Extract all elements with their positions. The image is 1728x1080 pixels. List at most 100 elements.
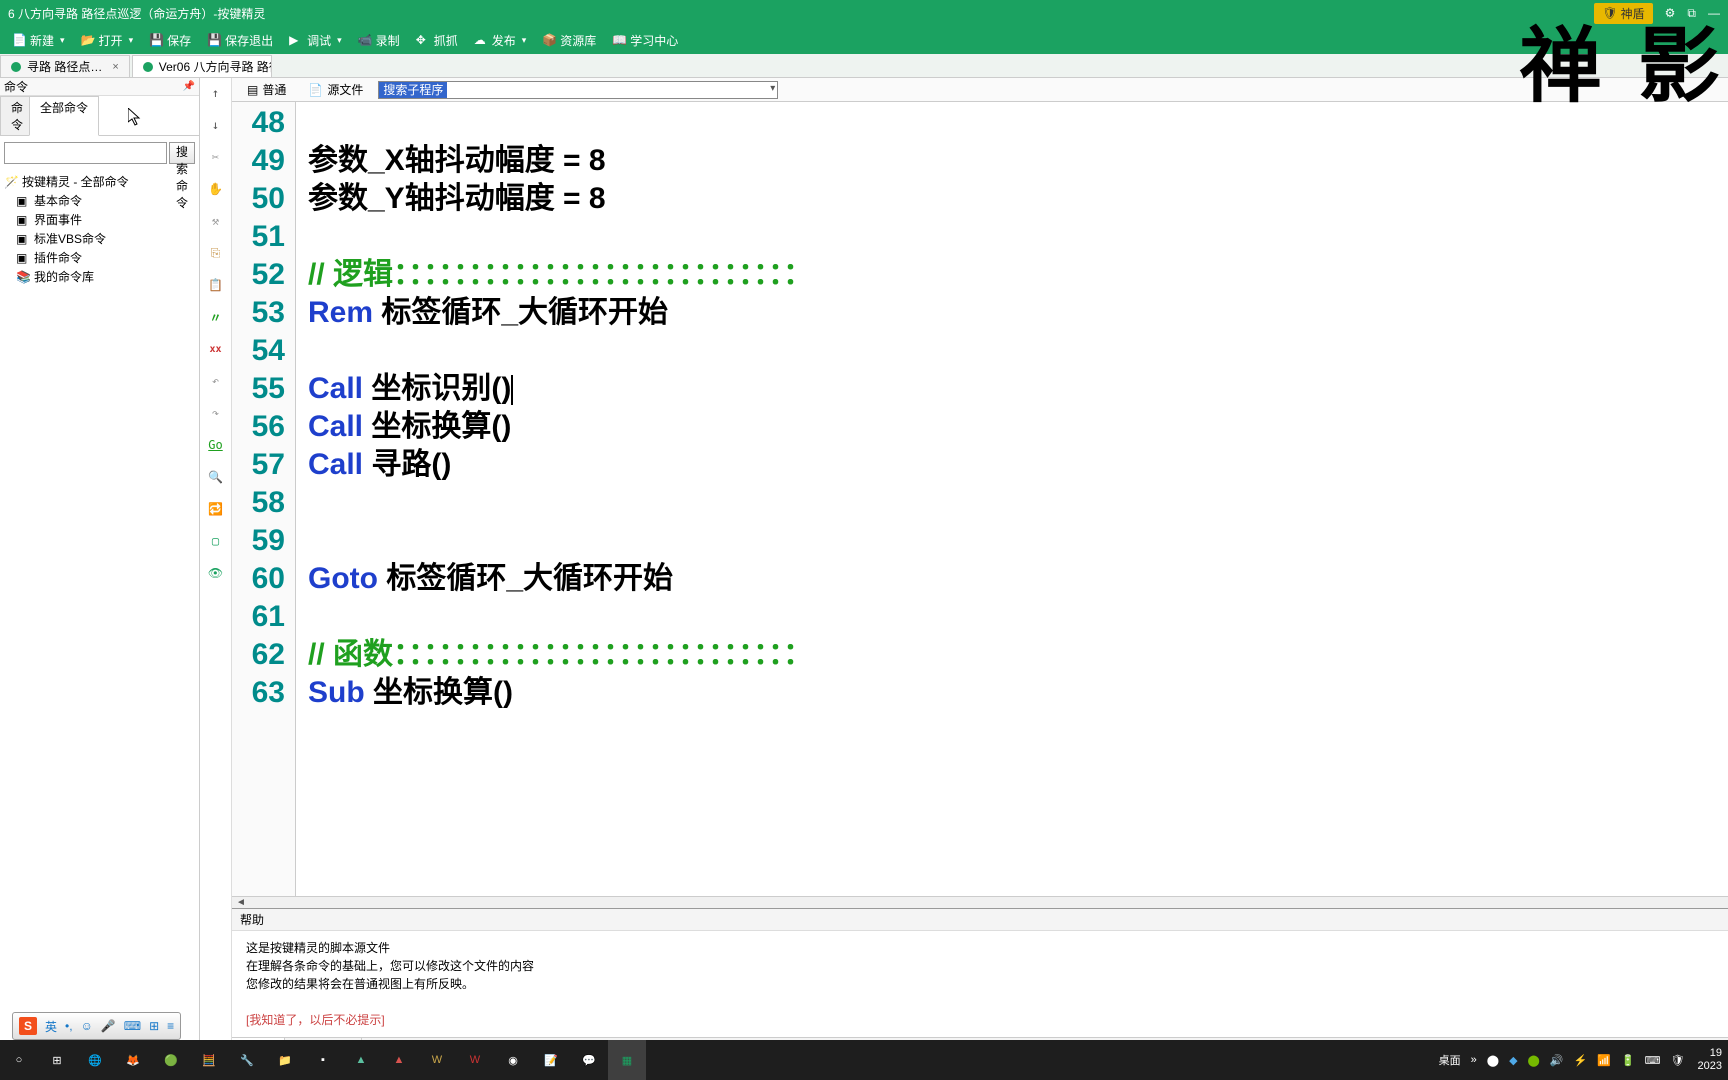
learn-button[interactable]: 📖学习中心	[606, 30, 684, 51]
window-icon: ▤	[247, 83, 258, 97]
debug-button[interactable]: ▶调试▾	[283, 30, 348, 51]
tree-item[interactable]: ▣基本命令	[4, 191, 195, 210]
sogou-icon: S	[19, 1017, 37, 1035]
app-wechat-icon[interactable]: 💬	[570, 1040, 608, 1080]
ime-grid-icon[interactable]: ⊞	[149, 1019, 159, 1033]
help-text: 这是按键精灵的脚本源文件	[246, 939, 1714, 957]
tab-icon	[11, 62, 21, 72]
book-icon: 📖	[612, 33, 626, 47]
eye-icon[interactable]: 👁	[207, 564, 225, 582]
app-editor-icon[interactable]: 📝	[532, 1040, 570, 1080]
save-icon: 💾	[149, 33, 163, 47]
bookmark-icon[interactable]: ▢	[207, 532, 225, 550]
tray-icon[interactable]: 🛡	[1668, 1054, 1688, 1067]
settings-icon[interactable]: ⚙	[1665, 6, 1676, 20]
goto-icon[interactable]: Go	[207, 436, 225, 454]
ime-keyboard-icon[interactable]: ⌨	[124, 1019, 141, 1033]
panel-tab-partial[interactable]: 命令	[0, 96, 30, 135]
app-browser-icon[interactable]: 🌐	[76, 1040, 114, 1080]
minimize-icon[interactable]: —	[1708, 6, 1720, 20]
system-tray[interactable]: 桌面 » ⬤ ◆ ⬤ 🔊 ⚡ 📶 🔋 ⌨ 🛡 19 2023	[1436, 1047, 1728, 1073]
search-command-button[interactable]: 搜索命令	[169, 142, 195, 164]
app-triangle1-icon[interactable]: ▲	[342, 1040, 380, 1080]
app-tool-icon[interactable]: 🔧	[228, 1040, 266, 1080]
paste-icon[interactable]: 📋	[207, 276, 225, 294]
tree-item[interactable]: ▣标准VBS命令	[4, 229, 195, 248]
open-button[interactable]: 📂打开▾	[75, 30, 140, 51]
up-icon[interactable]: ↑	[207, 84, 225, 102]
tray-expand-icon[interactable]: »	[1468, 1054, 1480, 1066]
dismiss-help-link[interactable]: [我知道了，以后不必提示]	[246, 1011, 1714, 1029]
ime-lang[interactable]: 英	[45, 1018, 57, 1035]
panel-tab-all[interactable]: 全部命令	[29, 96, 99, 136]
save-exit-button[interactable]: 💾保存退出	[201, 30, 279, 51]
tray-icon[interactable]: 🔋	[1618, 1054, 1638, 1067]
command-search-input[interactable]	[4, 142, 167, 164]
uncomment-icon[interactable]: xx	[207, 340, 225, 358]
resources-button[interactable]: 📦资源库	[536, 30, 602, 51]
tray-desktop[interactable]: 桌面	[1436, 1052, 1464, 1068]
tab-1[interactable]: Ver06 八方向寻路 路径…×	[132, 55, 272, 77]
redo-icon[interactable]: ↷	[207, 404, 225, 422]
normal-view-button[interactable]: ▤普通	[240, 79, 293, 100]
tray-icon[interactable]: 🔊	[1547, 1054, 1567, 1067]
sub-selector[interactable]: 搜索子程序 ▾	[378, 81, 778, 99]
code-editor[interactable]: 48495051525354555657585960616263 参数_X轴抖动…	[232, 102, 1728, 896]
tray-icon[interactable]: 📶	[1594, 1054, 1614, 1067]
tray-icon[interactable]: ⬤	[1525, 1054, 1543, 1067]
replace-icon[interactable]: 🔁	[207, 500, 225, 518]
publish-button[interactable]: ☁发布▾	[468, 30, 533, 51]
tray-icon[interactable]: ⬤	[1484, 1054, 1502, 1067]
cut-icon[interactable]: ✂	[207, 148, 225, 166]
app-calc-icon[interactable]: 🧮	[190, 1040, 228, 1080]
find-icon[interactable]: 🔍	[207, 468, 225, 486]
tree-item[interactable]: 📚我的命令库	[4, 267, 195, 286]
tree-item[interactable]: ▣界面事件	[4, 210, 195, 229]
close-icon[interactable]: ×	[112, 61, 118, 73]
block-icon: ▣	[16, 232, 30, 246]
save-button[interactable]: 💾保存	[143, 30, 197, 51]
block-icon: ▣	[16, 251, 30, 265]
task-view-icon[interactable]: ⊞	[38, 1040, 76, 1080]
windows-taskbar: ○ ⊞ 🌐 🦊 🟢 🧮 🔧 📁 ▪ ▲ ▲ W W ◉ 📝 💬 ▦ 桌面 » ⬤…	[0, 1040, 1728, 1080]
down-icon[interactable]: ↓	[207, 116, 225, 134]
tray-icon[interactable]: ◆	[1506, 1054, 1520, 1067]
ime-menu-icon[interactable]: ≡	[167, 1019, 174, 1033]
tool-icon[interactable]: ⚒	[207, 212, 225, 230]
new-button[interactable]: 📄新建▾	[6, 30, 71, 51]
record-button[interactable]: 📹录制	[352, 30, 406, 51]
ime-mic-icon[interactable]: 🎤	[101, 1019, 116, 1033]
window-title: 6 八方向寻路 路径点巡逻（命运方舟）-按键精灵	[8, 5, 1594, 22]
app-wow-icon[interactable]: W	[418, 1040, 456, 1080]
app-obs-icon[interactable]: ◉	[494, 1040, 532, 1080]
app-terminal-icon[interactable]: ▪	[304, 1040, 342, 1080]
app-w-icon[interactable]: W	[456, 1040, 494, 1080]
app-active-icon[interactable]: ▦	[608, 1040, 646, 1080]
ime-toolbar[interactable]: S 英 •, ☺ 🎤 ⌨ ⊞ ≡	[12, 1012, 181, 1040]
app-chrome-icon[interactable]: 🟢	[152, 1040, 190, 1080]
tab-0[interactable]: 寻路 路径点…×	[0, 55, 130, 77]
app-firefox-icon[interactable]: 🦊	[114, 1040, 152, 1080]
undo-icon[interactable]: ↶	[207, 372, 225, 390]
tree-root[interactable]: 🪄按键精灵 - 全部命令	[4, 172, 195, 191]
capture-button[interactable]: ✥抓抓	[410, 30, 464, 51]
shield-badge[interactable]: 🛡 神盾	[1594, 3, 1652, 24]
tray-icon[interactable]: ⚡	[1571, 1054, 1591, 1067]
hand-icon[interactable]: ✋	[207, 180, 225, 198]
restore-icon[interactable]: ⧉	[1687, 6, 1696, 21]
copy-icon[interactable]: ⎘	[207, 244, 225, 262]
start-button[interactable]: ○	[0, 1040, 38, 1080]
source-view-button[interactable]: 📄源文件	[301, 79, 370, 100]
tree-item[interactable]: ▣插件命令	[4, 248, 195, 267]
pin-icon[interactable]: 📌	[183, 81, 195, 92]
command-tree: 🪄按键精灵 - 全部命令 ▣基本命令 ▣界面事件 ▣标准VBS命令 ▣插件命令 …	[0, 170, 199, 288]
app-triangle2-icon[interactable]: ▲	[380, 1040, 418, 1080]
app-explorer-icon[interactable]: 📁	[266, 1040, 304, 1080]
tray-icon[interactable]: ⌨	[1642, 1054, 1664, 1067]
comment-icon[interactable]: 〃	[207, 308, 225, 326]
ime-emoji-icon[interactable]: ☺	[81, 1019, 93, 1033]
title-bar: 6 八方向寻路 路径点巡逻（命运方舟）-按键精灵 🛡 神盾 ⚙ ⧉ —	[0, 0, 1728, 26]
chevron-down-icon: ▾	[770, 83, 775, 94]
scroll-left-icon[interactable]: ◄	[232, 896, 1728, 908]
ime-punct[interactable]: •,	[65, 1019, 73, 1033]
